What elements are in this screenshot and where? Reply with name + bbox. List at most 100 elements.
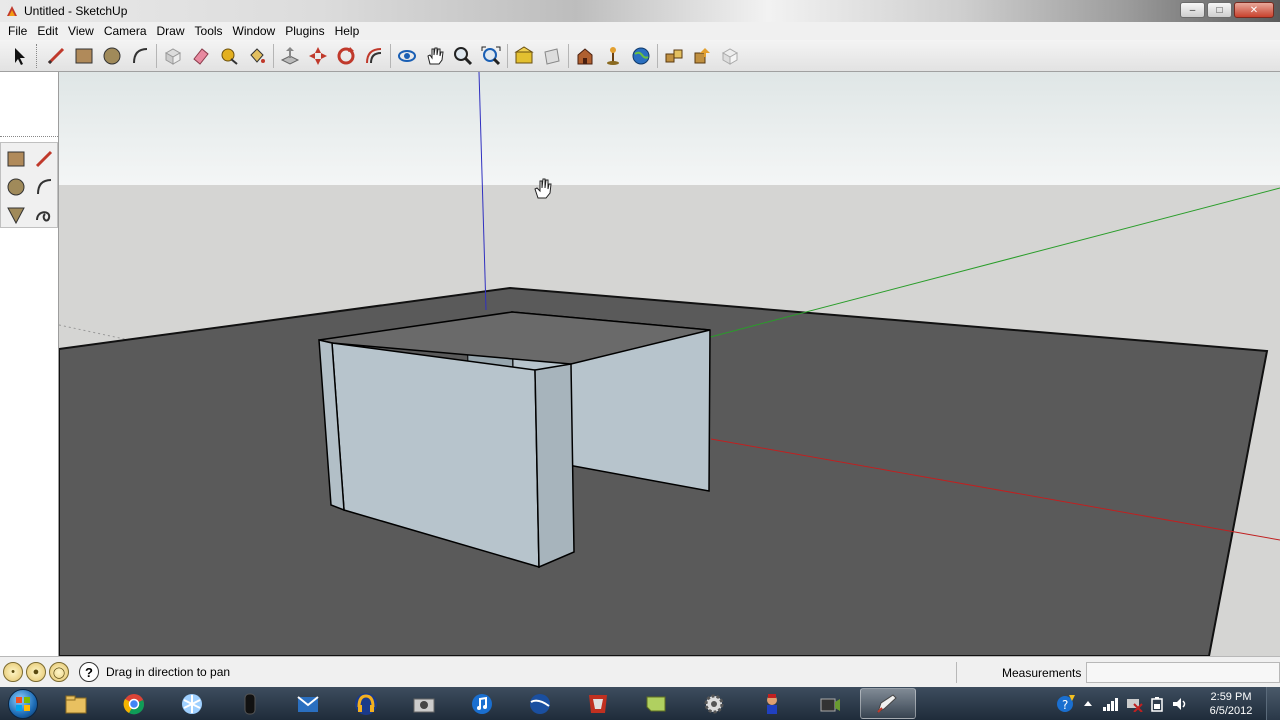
toggle-terrain-tool[interactable] [599, 42, 627, 70]
close-button[interactable]: ✕ [1234, 2, 1274, 18]
show-desktop-button[interactable] [1266, 687, 1280, 720]
credits-icon[interactable]: ● [26, 662, 46, 682]
menu-tools[interactable]: Tools [190, 22, 228, 40]
rectangle-tool[interactable] [70, 42, 98, 70]
sketchup-app-icon[interactable] [5, 4, 19, 18]
taskbar-camera[interactable] [396, 688, 452, 719]
offset-tool[interactable] [360, 42, 388, 70]
hand-icon [427, 47, 444, 64]
component-icon [164, 47, 182, 65]
taskbar-sketchup[interactable] [860, 688, 916, 719]
help-icon[interactable]: ? [79, 662, 99, 682]
taskbar-google-earth[interactable] [512, 688, 568, 719]
taskbar-explorer[interactable] [48, 688, 104, 719]
toolbar-separator [657, 43, 658, 68]
menu-edit[interactable]: Edit [32, 22, 63, 40]
menu-help[interactable]: Help [330, 22, 365, 40]
recorder-icon [820, 698, 840, 711]
help-support-icon[interactable]: ? [1055, 694, 1075, 714]
minimize-button[interactable]: – [1180, 2, 1205, 18]
signal-icon[interactable] [1101, 694, 1121, 714]
polygon-tool[interactable] [2, 201, 30, 229]
pan-tool[interactable] [421, 42, 449, 70]
taskbar-app-pj[interactable] [570, 688, 626, 719]
component-library-tool[interactable] [660, 42, 688, 70]
left-tool-panel [0, 72, 59, 656]
taskbar-game[interactable] [744, 688, 800, 719]
orbit-tool[interactable] [393, 42, 421, 70]
google-earth-tool[interactable] [627, 42, 655, 70]
show-hidden-icons-icon[interactable] [1078, 694, 1098, 714]
battery-icon[interactable] [1147, 694, 1167, 714]
geo-location-icon[interactable]: • [3, 662, 23, 682]
panel-grip [0, 136, 58, 139]
taskbar-itunes[interactable] [454, 688, 510, 719]
taskbar-media[interactable] [338, 688, 394, 719]
volume-icon[interactable] [1170, 694, 1190, 714]
taskbar-clock[interactable]: 2:59 PM 6/5/2012 [1196, 690, 1266, 718]
orbit-icon [398, 49, 416, 62]
zoom-extents-tool[interactable] [477, 42, 505, 70]
network-error-icon[interactable] [1124, 694, 1144, 714]
sky [59, 72, 1280, 185]
taskbar: ? 2:59 PM 6/5/2012 [0, 687, 1280, 720]
boxes-icon [665, 49, 683, 62]
get-models-tool[interactable] [510, 42, 538, 70]
rectangle-icon [7, 151, 25, 167]
arc-tool[interactable] [126, 42, 154, 70]
rotate-tool[interactable] [332, 42, 360, 70]
select-tool[interactable] [5, 42, 33, 70]
main-toolbar [0, 40, 1280, 72]
measurements-label: Measurements [1002, 666, 1082, 680]
front-wall-side [534, 363, 575, 569]
line-tool[interactable] [30, 145, 58, 173]
app-icon [589, 694, 607, 713]
freehand-tool[interactable] [30, 201, 58, 229]
make-component-tool[interactable] [159, 42, 187, 70]
model-viewport[interactable] [59, 72, 1280, 656]
taskbar-camtasia[interactable] [802, 688, 858, 719]
menu-camera[interactable]: Camera [99, 22, 152, 40]
pin-icon [607, 46, 619, 65]
taskbar-notes[interactable] [628, 688, 684, 719]
taskbar-app-snowflake[interactable] [164, 688, 220, 719]
taskbar-settings[interactable] [686, 688, 742, 719]
share-component-tool[interactable] [688, 42, 716, 70]
globe-icon [632, 47, 650, 64]
user-icon[interactable]: ◯ [49, 662, 69, 682]
note-icon [646, 696, 666, 711]
taskbar-chrome[interactable] [106, 688, 162, 719]
dynamic-component-tool[interactable] [716, 42, 744, 70]
move-tool[interactable] [304, 42, 332, 70]
menu-draw[interactable]: Draw [152, 22, 190, 40]
menu-view[interactable]: View [63, 22, 99, 40]
add-location-tool[interactable] [571, 42, 599, 70]
rectangle-tool[interactable] [2, 145, 30, 173]
menu-plugins[interactable]: Plugins [280, 22, 329, 40]
maximize-button[interactable]: □ [1207, 2, 1232, 18]
window-controls: – □ ✕ [1180, 2, 1274, 18]
share-model-icon [544, 47, 560, 65]
snowflake-icon [182, 693, 202, 714]
push-pull-tool[interactable] [276, 42, 304, 70]
share-model-tool[interactable] [538, 42, 566, 70]
zoom-tool[interactable] [449, 42, 477, 70]
tape-measure-tool[interactable] [215, 42, 243, 70]
circle-tool[interactable] [2, 173, 30, 201]
eraser-tool[interactable] [187, 42, 215, 70]
taskbar-app-black[interactable] [222, 688, 278, 719]
window-title: Untitled - SketchUp [24, 4, 128, 18]
status-bar: • ● ◯ ? Drag in direction to pan Measure… [0, 656, 1280, 687]
start-button[interactable] [0, 687, 46, 720]
sketchup-window: Untitled - SketchUp – □ ✕ File Edit View… [0, 0, 1280, 720]
measurements-input[interactable] [1086, 662, 1280, 683]
menu-file[interactable]: File [3, 22, 32, 40]
circle-tool[interactable] [98, 42, 126, 70]
line-tool[interactable] [42, 42, 70, 70]
paint-bucket-tool[interactable] [243, 42, 271, 70]
arc-tool[interactable] [30, 173, 58, 201]
camera-icon [413, 698, 435, 712]
taskbar-outlook[interactable] [280, 688, 336, 719]
menu-window[interactable]: Window [228, 22, 281, 40]
music-icon [472, 693, 492, 714]
